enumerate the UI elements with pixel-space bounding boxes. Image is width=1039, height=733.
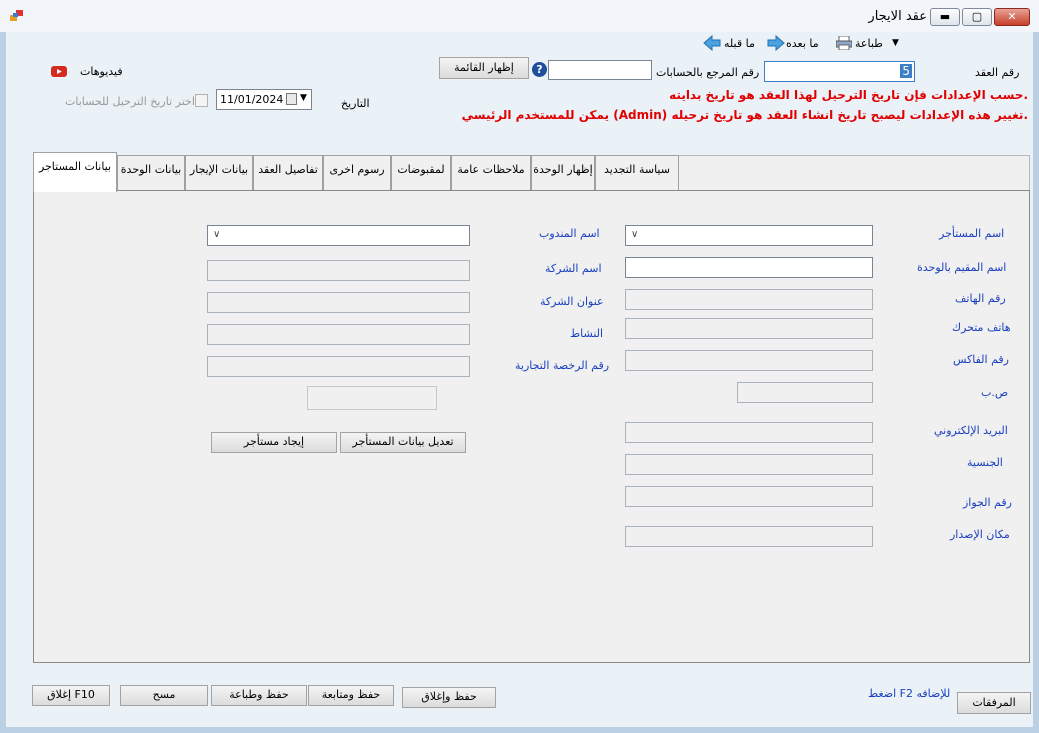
date-value: 11/01/2024 bbox=[220, 93, 284, 106]
find-tenant-button[interactable]: إيجاد مستأجر bbox=[211, 432, 337, 453]
youtube-icon[interactable] bbox=[51, 66, 67, 77]
email-field[interactable] bbox=[625, 422, 873, 443]
phone-field[interactable] bbox=[625, 289, 873, 310]
contract-no-field[interactable]: 5 bbox=[764, 61, 915, 82]
blank-panel bbox=[307, 386, 437, 410]
license-no-label: رقم الرخصة التجارية bbox=[515, 359, 610, 372]
print-button-label[interactable]: طباعة bbox=[855, 37, 883, 50]
activity-label: النشاط bbox=[570, 327, 604, 340]
close-window-button[interactable]: ✕ bbox=[994, 8, 1030, 26]
nationality-label: الجنسية bbox=[967, 456, 1003, 469]
print-dropdown-arrow[interactable]: ▼ bbox=[892, 38, 899, 48]
next-button-label[interactable]: ما بعده bbox=[786, 37, 819, 50]
arrow-left-icon[interactable] bbox=[703, 34, 721, 52]
passport-label: رقم الجواز bbox=[963, 496, 1012, 509]
company-name-label: اسم الشركة bbox=[545, 262, 602, 275]
delegate-name-dropdown[interactable]: ∨ bbox=[207, 225, 470, 246]
contract-no-label: رقم العقد bbox=[975, 66, 1020, 79]
tab-renewal-policy[interactable]: سياسة التجديد bbox=[595, 155, 679, 190]
resident-name-field[interactable] bbox=[625, 257, 873, 278]
close-f10-button[interactable]: إغلاق F10 bbox=[32, 685, 110, 706]
tab-other-fees[interactable]: رسوم اخرى bbox=[323, 155, 391, 190]
posting-warning-1: حسب الإعدادات فإن تاريخ الترحيل لهذا الع… bbox=[669, 88, 1028, 102]
maximize-button[interactable]: ▢ bbox=[962, 8, 992, 26]
chevron-down-icon: ∨ bbox=[213, 229, 221, 240]
app-icon bbox=[10, 10, 24, 22]
clear-button[interactable]: مسح bbox=[120, 685, 208, 706]
license-no-field[interactable] bbox=[207, 356, 470, 377]
company-address-field[interactable] bbox=[207, 292, 470, 313]
arrow-right-icon[interactable] bbox=[767, 34, 785, 52]
tab-rent-data[interactable]: بيانات الإيجار bbox=[185, 155, 253, 190]
show-list-button[interactable]: إظهار القائمة bbox=[439, 57, 529, 79]
ref-label: رقم المرجع بالحسابات bbox=[656, 66, 760, 79]
po-box-field[interactable] bbox=[737, 382, 873, 403]
save-close-button[interactable]: حفظ وإغلاق bbox=[402, 687, 496, 708]
calendar-icon[interactable] bbox=[286, 93, 297, 105]
tab-tenant-data[interactable]: بيانات المستاجر bbox=[33, 152, 117, 192]
attachments-button[interactable]: المرفقات bbox=[957, 692, 1031, 714]
resident-name-label: اسم المقيم بالوحدة bbox=[917, 261, 1007, 274]
posting-date-label: اختر تاريخ الترحيل للحسابات bbox=[65, 95, 195, 108]
printer-icon[interactable] bbox=[835, 35, 853, 51]
help-icon[interactable]: ? bbox=[532, 62, 547, 77]
company-address-label: عنوان الشركة bbox=[540, 295, 604, 308]
save-continue-button[interactable]: حفظ ومتابعة bbox=[308, 685, 394, 706]
company-name-field[interactable] bbox=[207, 260, 470, 281]
phone-label: رقم الهاتف bbox=[955, 292, 1006, 305]
passport-field[interactable] bbox=[625, 486, 873, 507]
po-box-label: ص.ب bbox=[981, 386, 1009, 399]
minimize-button[interactable]: ▬ bbox=[930, 8, 960, 26]
date-dropdown-arrow[interactable]: ▼ bbox=[300, 93, 307, 103]
date-picker[interactable]: 11/01/2024 ▼ bbox=[216, 89, 312, 110]
tenant-tab-panel bbox=[33, 190, 1030, 663]
tenant-name-dropdown[interactable]: ∨ bbox=[625, 225, 873, 246]
tab-receipts[interactable]: لمقبوضات bbox=[391, 155, 451, 190]
email-label: البريد الإلكتروني bbox=[934, 424, 1008, 437]
tenant-name-label: اسم المستأجر bbox=[939, 227, 1005, 240]
delegate-name-label: اسم المندوب bbox=[539, 227, 600, 240]
issue-place-label: مكان الإصدار bbox=[950, 528, 1010, 541]
tab-show-unit[interactable]: إظهار الوحدة bbox=[531, 155, 595, 190]
mobile-label: هاتف متحرك bbox=[952, 321, 1011, 334]
chevron-down-icon: ∨ bbox=[631, 229, 639, 240]
mobile-field[interactable] bbox=[625, 318, 873, 339]
title-bar: عقد الايجار ▬ ▢ ✕ bbox=[0, 0, 1039, 33]
tab-contract-details[interactable]: تفاصيل العقد bbox=[253, 155, 323, 190]
nationality-field[interactable] bbox=[625, 454, 873, 475]
f2-hint-label: اضغط F2 للإضافه bbox=[868, 687, 951, 700]
fax-label: رقم الفاكس bbox=[953, 353, 1009, 366]
window-title: عقد الايجار bbox=[868, 9, 927, 24]
save-print-button[interactable]: حفظ وطباعة bbox=[211, 685, 307, 706]
contract-no-value: 5 bbox=[900, 64, 912, 78]
prev-button-label[interactable]: ما قبله bbox=[724, 37, 755, 50]
fax-field[interactable] bbox=[625, 350, 873, 371]
edit-tenant-button[interactable]: تعديل بيانات المستأجر bbox=[340, 432, 466, 453]
videos-label[interactable]: فيديوهات bbox=[80, 65, 123, 78]
date-label: التاريخ bbox=[341, 97, 370, 110]
posting-warning-2: يمكن للمستخدم الرئيسي (Admin) تغيير هذه … bbox=[461, 108, 1028, 122]
activity-field[interactable] bbox=[207, 324, 470, 345]
tab-unit-data[interactable]: بيانات الوحدة bbox=[117, 155, 185, 190]
tab-general-notes[interactable]: ملاحظات عامة bbox=[451, 155, 531, 190]
posting-date-checkbox[interactable] bbox=[195, 94, 208, 107]
issue-place-field[interactable] bbox=[625, 526, 873, 547]
ref-field[interactable] bbox=[548, 60, 652, 80]
